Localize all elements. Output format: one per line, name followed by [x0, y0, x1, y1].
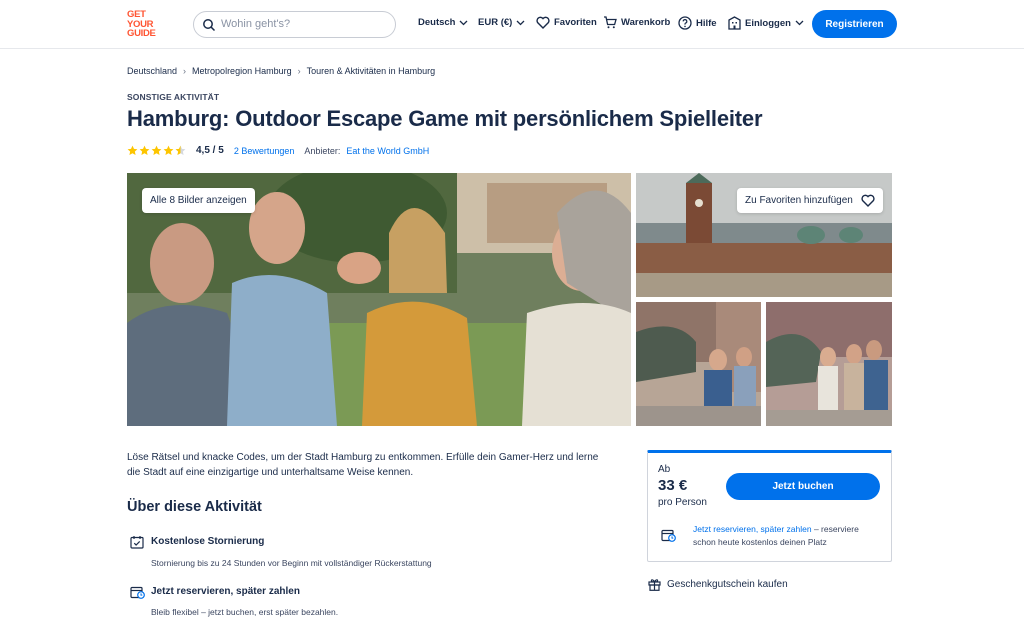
chevron-down-icon — [795, 20, 804, 26]
calendar-check-icon — [130, 536, 144, 549]
feature-reserve-now — [130, 585, 145, 604]
star-half-icon — [175, 145, 186, 155]
star-icon — [139, 145, 150, 155]
gift-card-label: Geschenkgutschein kaufen — [667, 579, 788, 590]
reserve-later-info: Jetzt reservieren, später zahlen – reser… — [693, 523, 873, 549]
breadcrumb-item[interactable]: Touren & Aktivitäten in Hamburg — [307, 66, 436, 76]
star-icon — [127, 145, 138, 155]
help-label: Hilfe — [696, 17, 717, 29]
photo-statue-1[interactable] — [636, 302, 761, 426]
heart-icon — [861, 194, 875, 207]
feature-subtitle: Stornierung bis zu 24 Stunden vor Beginn… — [151, 558, 432, 568]
language-selector[interactable]: Deutsch — [418, 17, 468, 28]
favorites-label: Favoriten — [554, 17, 597, 28]
book-now-button[interactable]: Jetzt buchen — [726, 473, 880, 500]
breadcrumb-separator: › — [297, 66, 301, 76]
language-label: Deutsch — [418, 17, 456, 28]
cart-link[interactable]: Warenkorb — [603, 16, 670, 29]
calendar-clock-icon — [661, 529, 676, 542]
page-title: Hamburg: Outdoor Escape Game mit persönl… — [127, 106, 763, 131]
reserve-later-icon-wrap — [661, 528, 676, 547]
chevron-down-icon — [516, 20, 525, 25]
provider-label: Anbieter: — [304, 145, 341, 156]
breadcrumb-item[interactable]: Metropolregion Hamburg — [192, 66, 292, 76]
favorites-link[interactable]: Favoriten — [536, 16, 597, 29]
cart-icon — [604, 16, 617, 29]
search-icon — [203, 19, 216, 32]
activity-category: SONSTIGE AKTIVITÄT — [127, 92, 220, 102]
help-icon — [678, 16, 692, 30]
photo-statue-2[interactable] — [766, 302, 892, 426]
price-from-label: Ab — [658, 464, 671, 475]
feature-free-cancellation — [130, 535, 144, 554]
login-label: Einloggen — [745, 17, 791, 29]
register-button[interactable]: Registrieren — [812, 10, 897, 38]
breadcrumb-item[interactable]: Deutschland — [127, 66, 177, 76]
feature-title: Kostenlose Stornierung — [151, 536, 265, 547]
add-favorite-label: Zu Favoriten hinzufügen — [745, 195, 853, 206]
show-all-label: Alle 8 Bilder anzeigen — [150, 195, 247, 206]
gift-card-link[interactable]: Geschenkgutschein kaufen — [648, 578, 788, 591]
provider-link[interactable]: Eat the World GmbH — [346, 146, 429, 156]
rating-row: 4,5 / 5 2 Bewertungen Anbieter: Eat the … — [127, 145, 429, 156]
top-header: GET YOUR GUIDE Wohin geht's? Deutsch EUR… — [0, 0, 1024, 49]
reviews-link[interactable]: 2 Bewertungen — [234, 146, 295, 156]
search-input[interactable]: Wohin geht's? — [193, 11, 396, 38]
chevron-down-icon — [460, 20, 468, 25]
getyourguide-logo[interactable]: GET YOUR GUIDE — [127, 10, 167, 39]
rating-score: 4,5 / 5 — [196, 145, 224, 156]
show-all-photos-button[interactable]: Alle 8 Bilder anzeigen — [142, 188, 255, 213]
add-to-favorites-button[interactable]: Zu Favoriten hinzufügen — [737, 188, 883, 213]
feature-subtitle: Bleib flexibel – jetzt buchen, erst spät… — [151, 607, 339, 617]
star-icon — [163, 145, 174, 155]
price-per-person: pro Person — [658, 497, 707, 508]
price-value: 33 € — [658, 477, 688, 494]
calendar-clock-icon — [130, 586, 145, 599]
help-link[interactable]: Hilfe — [678, 16, 717, 30]
activity-description: Löse Rätsel und knacke Codes, um der Sta… — [127, 452, 599, 478]
building-icon — [728, 16, 741, 30]
currency-selector[interactable]: EUR (€) — [478, 17, 525, 28]
gift-icon — [648, 579, 661, 591]
currency-label: EUR (€) — [478, 17, 513, 28]
breadcrumb: Deutschland › Metropolregion Hamburg › T… — [127, 66, 435, 76]
about-section-title: Über diese Aktivität — [127, 499, 262, 515]
feature-title: Jetzt reservieren, später zahlen — [151, 586, 300, 597]
breadcrumb-separator: › — [183, 66, 187, 76]
reserve-later-link[interactable]: Jetzt reservieren, später zahlen — [693, 524, 812, 534]
cart-label: Warenkorb — [621, 17, 671, 28]
login-menu[interactable]: Einloggen — [728, 16, 804, 30]
star-icon — [151, 145, 162, 155]
star-rating — [127, 145, 186, 156]
search-placeholder: Wohin geht's? — [221, 18, 291, 30]
heart-icon — [536, 16, 550, 29]
